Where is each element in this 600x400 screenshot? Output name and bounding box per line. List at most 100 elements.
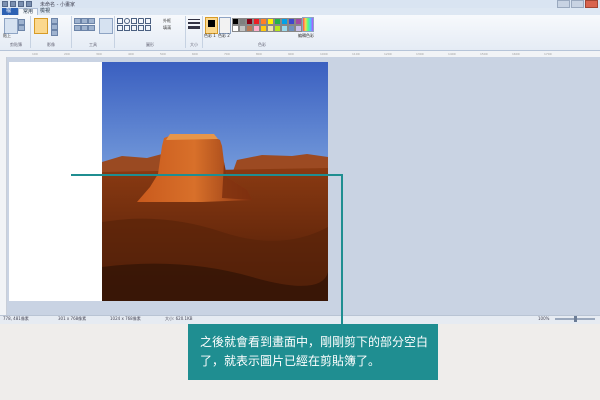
- palette-color-swatch[interactable]: [288, 25, 295, 32]
- fill-button[interactable]: 填滿: [163, 25, 171, 31]
- desert-photo[interactable]: [102, 62, 328, 301]
- star-shape-icon[interactable]: [145, 25, 151, 31]
- eraser-icon[interactable]: [74, 25, 81, 31]
- colors-group-label: 色彩: [258, 42, 266, 47]
- paste-label: 貼上: [3, 33, 11, 38]
- colors-group: 色彩 1 色彩 2 編輯色彩 色彩: [203, 16, 321, 48]
- size-group: 大小: [186, 16, 203, 48]
- instruction-callout: 之後就會看到畫面中，剛剛剪下的部分空白 了，就表示圖片已經在剪貼簿了。: [188, 324, 438, 380]
- color-picker-icon[interactable]: [81, 25, 88, 31]
- palette-color-swatch[interactable]: [232, 18, 239, 25]
- edit-colors-button[interactable]: [302, 17, 314, 32]
- palette-color-swatch[interactable]: [239, 18, 246, 25]
- window-controls: [557, 0, 598, 8]
- size-line-medium[interactable]: [188, 22, 200, 24]
- ruler-tick-label: 1600: [512, 52, 520, 56]
- ruler-tick-label: 1200: [384, 52, 392, 56]
- ruler-tick-label: 500: [160, 52, 166, 56]
- pentagon-shape-icon[interactable]: [131, 25, 137, 31]
- palette-color-swatch[interactable]: [295, 18, 302, 25]
- brushes-button[interactable]: [99, 18, 113, 34]
- size-line-thick[interactable]: [188, 26, 200, 29]
- text-icon[interactable]: [88, 18, 95, 24]
- magnifier-icon[interactable]: [88, 25, 95, 31]
- clipboard-group: 貼上 剪貼簿: [2, 16, 31, 48]
- palette-color-swatch[interactable]: [288, 18, 295, 25]
- palette-color-swatch[interactable]: [267, 25, 274, 32]
- status-selection-size: 301 x 768像素: [58, 316, 87, 321]
- ruler-tick-label: 1100: [352, 52, 360, 56]
- palette-color-swatch[interactable]: [260, 18, 267, 25]
- palette-color-swatch[interactable]: [281, 25, 288, 32]
- tab-view[interactable]: 檢視: [36, 8, 54, 15]
- fill-icon[interactable]: [81, 18, 88, 24]
- palette-color-swatch[interactable]: [295, 25, 302, 32]
- window-title: 未命名 - 小畫家: [40, 2, 75, 8]
- palette-color-swatch[interactable]: [274, 25, 281, 32]
- palette-color-swatch[interactable]: [253, 18, 260, 25]
- palette-color-swatch[interactable]: [274, 18, 281, 25]
- rounded-rectangle-shape-icon[interactable]: [138, 18, 144, 24]
- arrow-shape-icon[interactable]: [138, 25, 144, 31]
- palette-color-swatch[interactable]: [281, 18, 288, 25]
- color1-swatch: [208, 20, 215, 27]
- ruler-tick-label: 1300: [416, 52, 424, 56]
- callout-leader-line: [71, 174, 343, 176]
- outline-button[interactable]: 外框: [163, 18, 171, 24]
- palette-color-swatch[interactable]: [232, 25, 239, 32]
- shapes-group-label: 圖形: [146, 42, 154, 47]
- zoom-slider-handle[interactable]: [574, 316, 577, 322]
- status-image-size: 1024 x 768像素: [110, 316, 141, 321]
- ruler-tick-label: 600: [192, 52, 198, 56]
- status-file-size: 大小: 620.1KB: [165, 316, 193, 321]
- color2-label: 色彩 2: [218, 33, 230, 38]
- maximize-button[interactable]: [571, 0, 584, 8]
- color1-label: 色彩 1: [204, 33, 216, 38]
- oval-shape-icon[interactable]: [124, 18, 130, 24]
- palette-color-swatch[interactable]: [267, 18, 274, 25]
- image-group: 影像: [31, 16, 72, 48]
- zoom-level: 100%: [538, 316, 550, 321]
- rectangle-shape-icon[interactable]: [131, 18, 137, 24]
- ruler-tick-label: 800: [256, 52, 262, 56]
- ruler-tick-label: 200: [64, 52, 70, 56]
- minimize-button[interactable]: [557, 0, 570, 8]
- ruler-tick-label: 1500: [480, 52, 488, 56]
- close-button[interactable]: [585, 0, 598, 8]
- status-bar: [0, 315, 600, 324]
- palette-color-swatch[interactable]: [246, 18, 253, 25]
- callout-line-1: 之後就會看到畫面中，剛剛剪下的部分空白: [200, 335, 429, 349]
- redo-icon[interactable]: [26, 1, 32, 7]
- tab-file[interactable]: 檔案: [2, 8, 18, 21]
- color1-button[interactable]: [205, 17, 218, 34]
- line-shape-icon[interactable]: [117, 18, 123, 24]
- size-line-thin[interactable]: [188, 19, 200, 20]
- desert-landscape-image: [102, 62, 328, 301]
- paint-app-icon[interactable]: [2, 1, 8, 7]
- ribbon-tab-bar: 檔案 常用 檢視: [0, 8, 600, 21]
- image-group-label: 影像: [47, 42, 55, 47]
- diamond-shape-icon[interactable]: [124, 25, 130, 31]
- palette-color-swatch[interactable]: [246, 25, 253, 32]
- ruler-tick-label: 700: [224, 52, 230, 56]
- pencil-icon[interactable]: [74, 18, 81, 24]
- ruler-tick-label: 1000: [320, 52, 328, 56]
- ruler-tick-label: 1700: [544, 52, 552, 56]
- palette-color-swatch[interactable]: [239, 25, 246, 32]
- rotate-icon[interactable]: [51, 30, 58, 36]
- palette-color-swatch[interactable]: [253, 25, 260, 32]
- polygon-shape-icon[interactable]: [145, 18, 151, 24]
- undo-icon[interactable]: [18, 1, 24, 7]
- triangle-shape-icon[interactable]: [117, 25, 123, 31]
- color2-button[interactable]: [219, 17, 231, 34]
- select-button[interactable]: [34, 18, 48, 34]
- tools-group: 工具: [72, 16, 115, 48]
- paste-button[interactable]: [4, 18, 18, 34]
- callout-line-2: 了，就表示圖片已經在剪貼簿了。: [200, 354, 381, 368]
- copy-icon[interactable]: [18, 25, 25, 31]
- cut-empty-region[interactable]: [9, 62, 102, 301]
- ruler-tick-label: 1400: [448, 52, 456, 56]
- save-icon[interactable]: [10, 1, 16, 7]
- edit-colors-label: 編輯色彩: [298, 33, 314, 38]
- palette-color-swatch[interactable]: [260, 25, 267, 32]
